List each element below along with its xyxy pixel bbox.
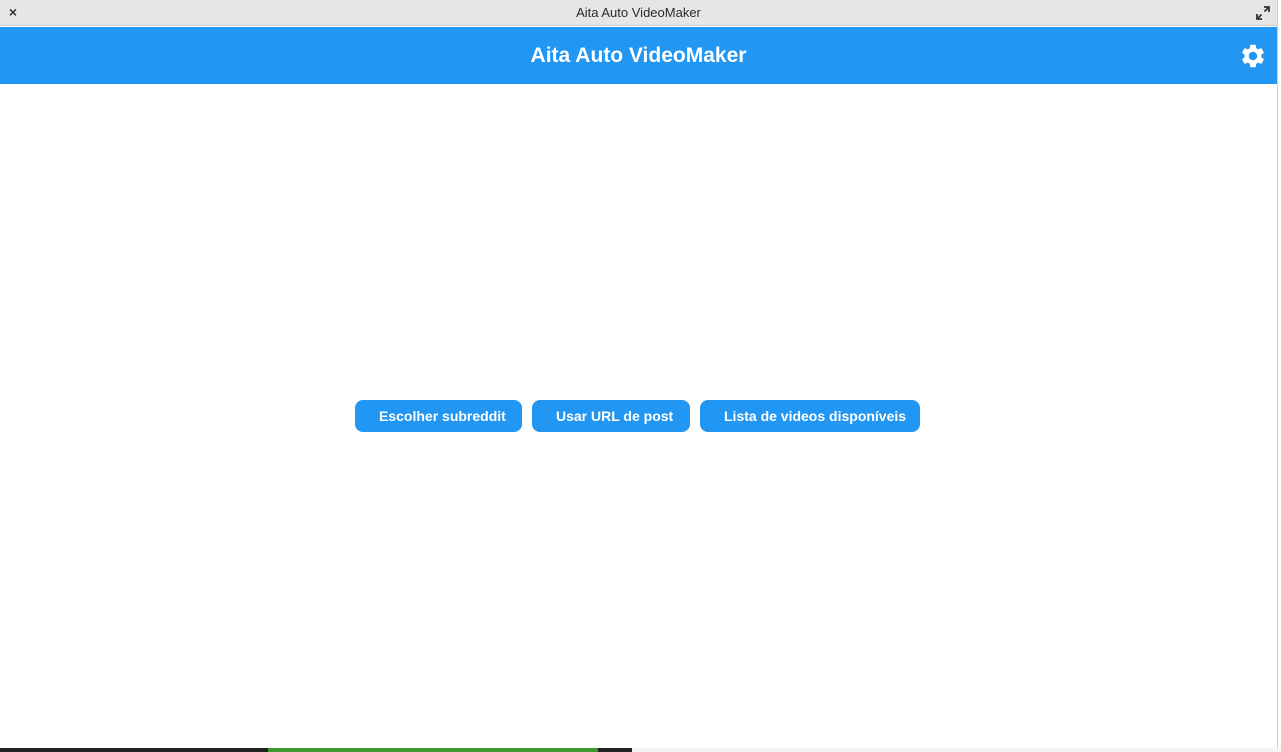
action-buttons: Escolher subreddit Usar URL de post List… bbox=[355, 400, 920, 432]
desktop-window-edge bbox=[632, 748, 1281, 752]
choose-subreddit-button[interactable]: Escolher subreddit bbox=[355, 400, 522, 432]
maximize-icon[interactable] bbox=[1255, 5, 1271, 21]
desktop-window-edge bbox=[268, 748, 598, 752]
desktop-background bbox=[0, 748, 1281, 752]
app-bar: Aita Auto VideoMaker bbox=[0, 27, 1277, 84]
window-titlebar: × Aita Auto VideoMaker bbox=[0, 0, 1277, 26]
gear-icon[interactable] bbox=[1239, 42, 1267, 70]
use-post-url-button[interactable]: Usar URL de post bbox=[532, 400, 690, 432]
window-title: Aita Auto VideoMaker bbox=[576, 5, 701, 20]
app-window: × Aita Auto VideoMaker Aita Auto VideoMa… bbox=[0, 0, 1278, 749]
main-content: Escolher subreddit Usar URL de post List… bbox=[0, 84, 1277, 748]
app-title: Aita Auto VideoMaker bbox=[530, 44, 747, 67]
available-videos-list-button[interactable]: Lista de videos disponíveis bbox=[700, 400, 920, 432]
